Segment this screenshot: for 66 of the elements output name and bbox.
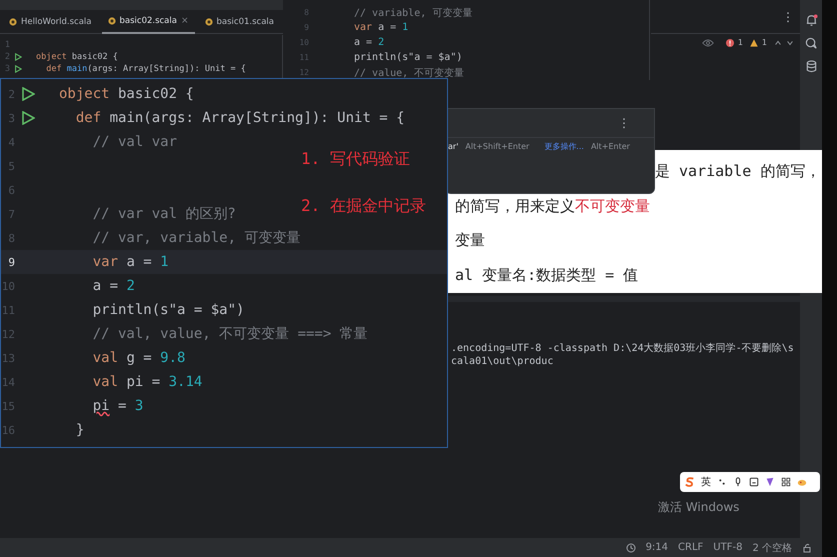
annotation-text: 1. 写代码验证: [301, 149, 411, 170]
code-line: a = 2: [92, 277, 135, 296]
code-line: println(s"a = $a"): [354, 52, 462, 63]
bell-icon[interactable]: [804, 14, 818, 27]
clock-icon[interactable]: [626, 542, 636, 552]
more-menu-button[interactable]: ⋮: [618, 116, 630, 130]
lock-icon[interactable]: [802, 542, 812, 552]
ime-mode-toggle[interactable]: 英: [701, 475, 711, 489]
code-line: // val var: [92, 133, 178, 152]
scala-file-icon: [108, 16, 116, 24]
editor-tab[interactable]: basic01.scala: [198, 10, 280, 34]
code-line: // val, value, 不可变变量 ===> 常量: [92, 325, 368, 344]
code-line: println(s"a = $a"): [92, 301, 244, 320]
file-encoding[interactable]: UTF-8: [713, 542, 742, 553]
more-menu-button[interactable]: ⋮: [782, 10, 794, 24]
skin-icon[interactable]: [765, 477, 775, 487]
code-line: }: [74, 421, 84, 440]
scala-file-icon: [204, 18, 213, 26]
editor-tab[interactable]: HelloWorld.scala: [3, 10, 98, 34]
line-separator[interactable]: CRLF: [678, 542, 704, 553]
shortcut-hint: Alt+Enter: [590, 142, 630, 151]
code-line: val pi = 3.14: [92, 373, 202, 392]
code-line: pi = 3: [92, 397, 144, 416]
document-text: al 变量名:数据类型 = 值: [455, 264, 638, 286]
code-line: a = 2: [354, 37, 384, 48]
code-line: // variable, 可变变量: [354, 6, 472, 20]
shortcut-hint: Alt+Shift+Enter: [465, 142, 530, 151]
mascot-icon[interactable]: [797, 477, 807, 487]
indent-setting[interactable]: 2 个空格: [752, 540, 792, 554]
database-icon[interactable]: [804, 60, 818, 73]
popup-action[interactable]: ar': [448, 142, 458, 151]
punctuation-icon[interactable]: [717, 477, 727, 487]
popup-action[interactable]: 更多操作...: [544, 141, 584, 152]
code-line: // var, variable, 可变变量: [92, 229, 300, 248]
code-line: // value, 不可变变量: [354, 66, 464, 80]
code-line: // var val 的区别?: [92, 205, 236, 224]
run-icon[interactable]: [14, 53, 22, 61]
grid-icon[interactable]: [781, 477, 791, 487]
document-text: 变量: [455, 230, 485, 251]
console-output: .encoding=UTF-8 -classpath D:\24大数据03班小李同学-不要删除\scala01\out\produc: [451, 342, 794, 368]
code-line: def main(args: Array[String]): Unit = {: [74, 109, 405, 128]
code-line: val g = 9.8: [92, 349, 186, 368]
editor-tab[interactable]: basic02.scala ×: [102, 10, 195, 34]
code-line: var a = 1: [92, 253, 169, 272]
error-icon[interactable]: [726, 38, 734, 46]
line-number: 9: [7, 256, 15, 268]
run-icon[interactable]: [21, 87, 35, 101]
document-text: 是 variable 的简写，: [655, 161, 820, 182]
keyboard-icon[interactable]: [749, 477, 759, 487]
scala-file-icon: [9, 18, 17, 26]
microphone-icon[interactable]: [733, 477, 743, 487]
code-line: object basic02 {: [36, 52, 118, 62]
activation-notice: 激活 Windows: [658, 499, 740, 516]
code-line: object basic02 {: [59, 85, 194, 104]
eye-icon[interactable]: [702, 38, 714, 46]
warning-icon[interactable]: [750, 38, 758, 46]
warning-count: 1: [762, 38, 767, 47]
ime-logo-icon[interactable]: [685, 477, 695, 487]
code-line: var a = 1: [354, 22, 408, 33]
run-icon[interactable]: [14, 65, 22, 73]
run-icon[interactable]: [21, 111, 35, 125]
code-line: def main(args: Array[String]): Unit = {: [45, 64, 246, 74]
annotation-text: 2. 在掘金中记录: [301, 196, 426, 217]
error-count: 1: [738, 38, 743, 47]
document-text: 的简写，用来定义不可变变量: [455, 196, 650, 216]
caret-position[interactable]: 9:14: [646, 542, 668, 553]
